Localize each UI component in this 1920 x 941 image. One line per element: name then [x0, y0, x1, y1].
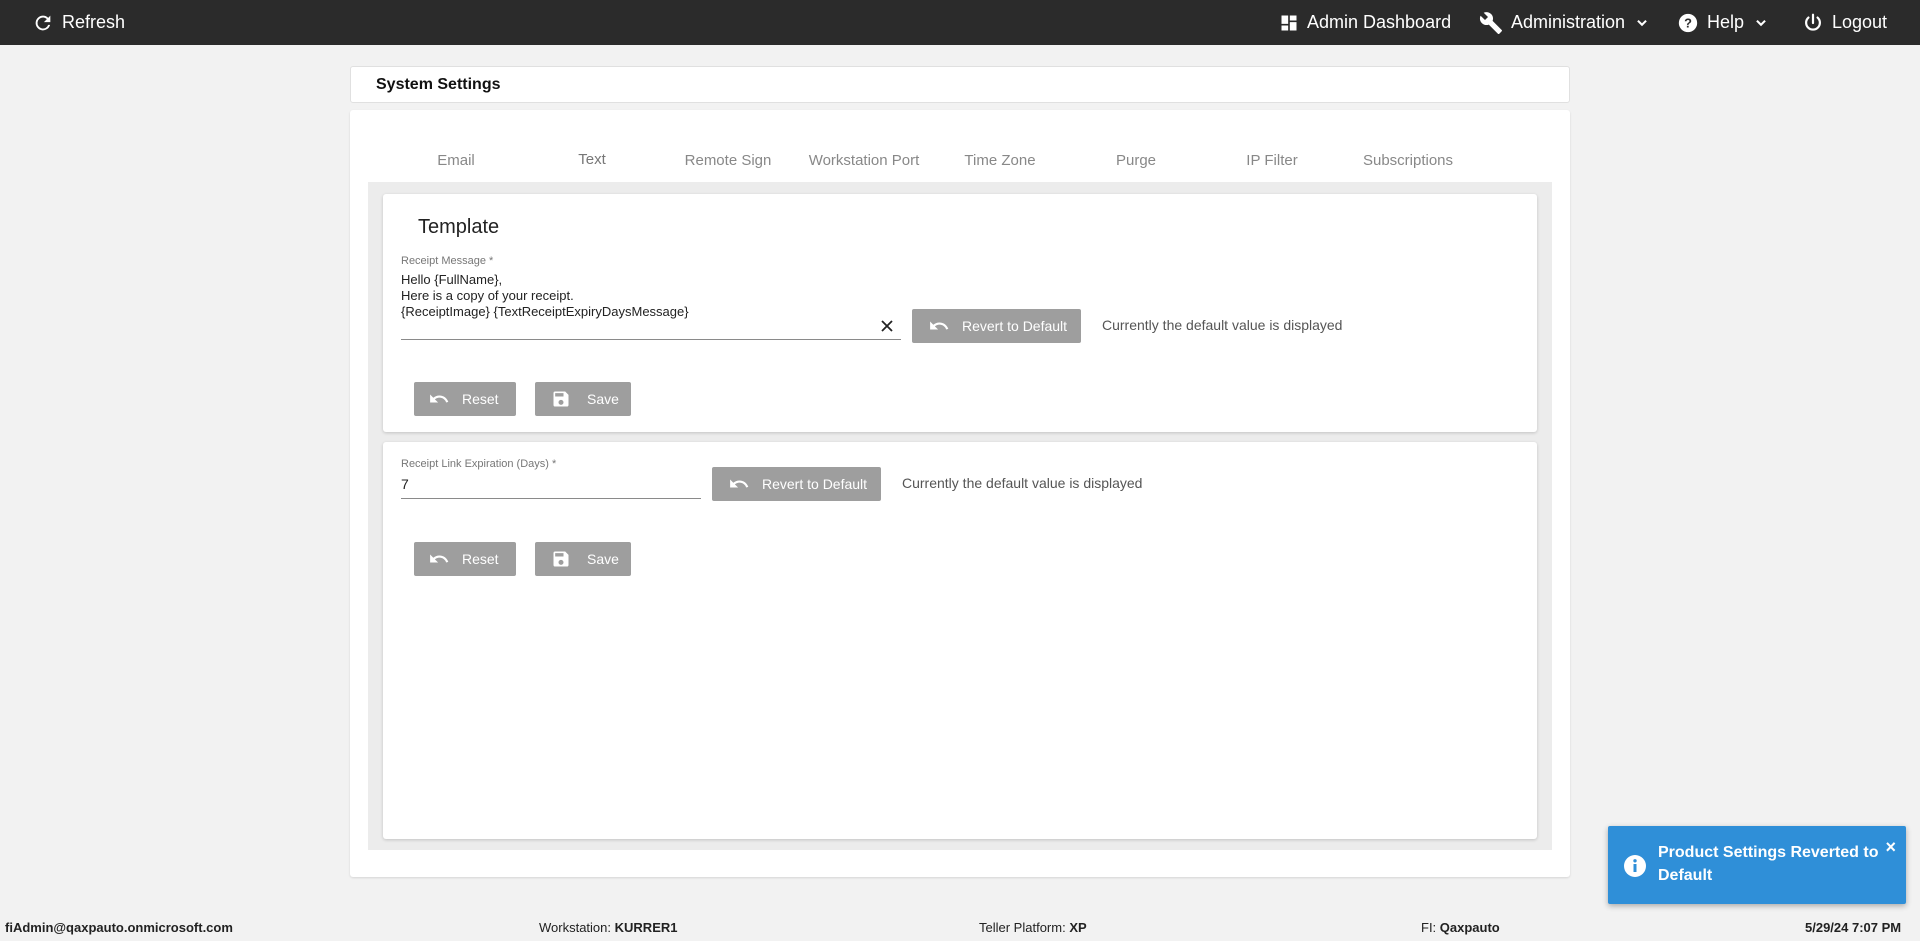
footer-platform-value: XP [1069, 920, 1087, 935]
expiration-days-label: Receipt Link Expiration (Days) * [401, 458, 557, 470]
wrench-icon [1479, 11, 1502, 34]
save-icon [553, 551, 569, 567]
revert-label: Revert to Default [762, 476, 868, 492]
tab-content: Template Receipt Message * Hello {FullNa… [368, 182, 1552, 850]
revert-label: Revert to Default [962, 318, 1068, 334]
save-label: Save [587, 551, 619, 567]
admin-dashboard-label: Admin Dashboard [1307, 12, 1452, 32]
default-status-text: Currently the default value is displayed [902, 475, 1143, 491]
tab-label: Subscriptions [1362, 151, 1454, 169]
help-icon: ? [1678, 13, 1698, 32]
chevron-down-icon [1637, 19, 1647, 26]
toast-close-button[interactable]: × [1885, 837, 1896, 858]
section-title: Template [418, 216, 500, 238]
receipt-message-textarea[interactable]: Hello {FullName}, Here is a copy of your… [401, 272, 689, 320]
help-label: Help [1707, 12, 1745, 32]
refresh-button[interactable]: Refresh [32, 0, 125, 45]
footer-datetime: 5/29/24 7:07 PM [1805, 920, 1901, 935]
footer-platform: Teller Platform: XP [979, 920, 1087, 935]
save-label: Save [587, 391, 619, 407]
expiration-days-underline [401, 498, 701, 499]
footer-datetime-value: 5/29/24 7:07 PM [1805, 920, 1902, 935]
settings-card: Email Text Remote Sign Workstation Port … [350, 110, 1570, 877]
reset-label: Reset [462, 391, 499, 407]
footer-workstation-label: Workstation: [539, 920, 612, 935]
expiration-days-input[interactable]: 7 [401, 476, 409, 492]
top-navigation-bar: Refresh Admin Dashboard Administration ?… [0, 0, 1920, 45]
administration-menu[interactable]: Administration [1479, 0, 1649, 45]
logout-label: Logout [1832, 12, 1888, 32]
notification-toast: Product Settings Reverted to Default × [1608, 826, 1906, 904]
refresh-label: Refresh [62, 12, 126, 32]
tab-label: IP Filter [1246, 151, 1298, 169]
page-title-text: System Settings [376, 75, 501, 93]
toast-message: Product Settings Reverted to Default [1658, 844, 1879, 884]
revert-to-default-button[interactable]: Revert to Default [912, 309, 1081, 343]
logout-button[interactable]: Logout [1802, 0, 1887, 45]
tab-label: Email [437, 151, 475, 169]
footer-fi: FI: Qaxpauto [1421, 920, 1500, 935]
default-status-text: Currently the default value is displayed [1102, 317, 1343, 333]
tab-label: Time Zone [964, 151, 1036, 169]
footer-fi-label: FI: [1421, 920, 1437, 935]
power-icon [1805, 13, 1821, 31]
tab-label: Workstation Port [808, 151, 920, 169]
undo-icon [430, 394, 449, 403]
info-icon [1624, 855, 1646, 877]
expiration-panel: Receipt Link Expiration (Days) * 7 Rever… [383, 442, 1537, 839]
page-title: System Settings [350, 66, 1570, 103]
revert-to-default-button[interactable]: Revert to Default [712, 467, 881, 501]
footer-user-value: fiAdmin@qaxpauto.onmicrosoft.com [5, 920, 233, 935]
clear-field-button[interactable] [880, 319, 894, 338]
admin-dashboard-link[interactable]: Admin Dashboard [1279, 0, 1451, 45]
chevron-down-icon [1756, 19, 1766, 26]
help-menu[interactable]: ? Help [1677, 0, 1768, 45]
tab-label: Purge [1115, 151, 1157, 169]
administration-label: Administration [1511, 12, 1626, 32]
svg-text:?: ? [1684, 15, 1692, 30]
footer-workstation-value: KURRER1 [614, 920, 678, 935]
footer-workstation: Workstation: KURRER1 [539, 920, 677, 935]
undo-icon [730, 479, 749, 488]
reset-label: Reset [462, 551, 499, 567]
footer-user: fiAdmin@qaxpauto.onmicrosoft.com [5, 920, 233, 935]
undo-icon [930, 321, 949, 330]
undo-icon [430, 554, 449, 563]
save-icon [553, 391, 569, 407]
save-button[interactable]: Save [535, 542, 631, 576]
close-icon [881, 320, 893, 332]
refresh-icon [35, 15, 51, 30]
footer-fi-value: Qaxpauto [1439, 920, 1500, 935]
template-panel: Template Receipt Message * Hello {FullNa… [383, 194, 1537, 432]
dashboard-icon [1281, 15, 1297, 30]
receipt-message-underline [401, 339, 901, 340]
status-footer: fiAdmin@qaxpauto.onmicrosoft.com Worksta… [0, 915, 1920, 941]
reset-button[interactable]: Reset [414, 542, 516, 576]
reset-button[interactable]: Reset [414, 382, 516, 416]
save-button[interactable]: Save [535, 382, 631, 416]
tab-label: Remote Sign [684, 151, 772, 169]
footer-platform-label: Teller Platform: [979, 920, 1066, 935]
receipt-message-label: Receipt Message * [401, 255, 494, 267]
tab-label: Text [578, 150, 606, 168]
